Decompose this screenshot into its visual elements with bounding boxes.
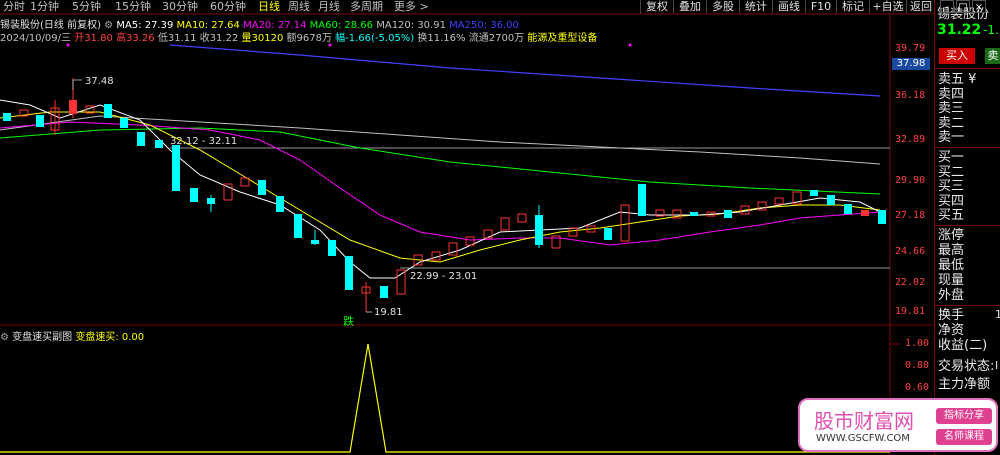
outer-volume-label: 外盘	[938, 288, 965, 303]
trade-status-value: I	[995, 359, 999, 372]
sub-chart-header: ⚙ 变盘速买副图 变盘速买: 0.00	[0, 328, 144, 343]
ma20-line	[0, 121, 881, 246]
bid2-label: 买二	[938, 165, 965, 180]
net-asset-label: 净资	[938, 323, 965, 338]
stock-change: -1.	[983, 23, 999, 37]
ma5-line	[0, 99, 881, 279]
high-label: 最高	[938, 243, 965, 258]
price-axis-label: 24.66	[895, 246, 926, 257]
ma250-line	[169, 44, 881, 97]
signal-marker: 跌	[343, 315, 354, 328]
low-label: 最低	[938, 258, 965, 273]
turnover-value: 1	[995, 308, 1000, 321]
limit-up-label: 涨停	[938, 228, 965, 243]
price-axis-label: 32.89	[895, 134, 926, 145]
kline-chart[interactable]	[0, 0, 934, 455]
range-annotation-1: 32.12 - 32.11	[170, 136, 238, 147]
bid1-label: 买一	[938, 150, 965, 165]
price-axis-label: 29.90	[895, 175, 926, 186]
sub-axis-label: 0.80	[905, 360, 930, 371]
ma120-line	[0, 115, 881, 165]
price-axis-label: 19.81	[895, 306, 926, 317]
range-annotation-2: 22.99 - 23.01	[410, 271, 478, 282]
close-button[interactable]: ×	[972, 0, 986, 13]
biansu-indicator-line	[0, 343, 890, 453]
ask4-label: 卖四	[938, 87, 965, 102]
quote-panel: 锡装股份 31.22 -1. 买入 卖 卖五 ¥ 卖四 卖三 卖二 卖一 买一 …	[934, 0, 1000, 455]
minimize-button[interactable]: -	[940, 0, 954, 13]
watermark-url: WWW.GSCFW.COM	[816, 433, 910, 444]
sub-axis-label: 0.60	[905, 382, 930, 393]
buy-button[interactable]: 买入	[939, 48, 975, 64]
watermark-badge: 股市财富网 WWW.GSCFW.COM 指标分享 名师课程	[798, 398, 998, 452]
price-axis-label: 22.02	[895, 277, 926, 288]
current-price-tag: 37.98	[892, 58, 930, 70]
main-flow-label: 主力净额	[938, 377, 991, 392]
turnover-label: 换手	[938, 308, 965, 323]
ask2-label: 卖二	[938, 116, 965, 131]
ask5-label: 卖五 ¥	[938, 72, 977, 87]
stock-price: 31.22	[937, 22, 982, 38]
bid5-label: 买五	[938, 208, 965, 223]
ask1-label: 卖一	[938, 130, 965, 145]
sub-chart-title: 变盘速买副图	[12, 332, 73, 343]
sell-button[interactable]: 卖	[985, 48, 1000, 64]
ask3-label: 卖三	[938, 101, 965, 116]
watermark-tag-indicator: 指标分享	[936, 408, 992, 424]
price-axis-label: 27.18	[895, 210, 926, 221]
trade-status-label: 交易状态:	[938, 359, 995, 374]
sub-axis-label: 1.00	[905, 338, 930, 349]
maximize-button[interactable]: □	[956, 0, 970, 13]
low-annotation: 19.81	[374, 307, 403, 318]
ma10-line	[0, 111, 881, 263]
high-annotation: 37.48	[85, 76, 114, 87]
bid3-label: 买三	[938, 179, 965, 194]
price-axis-label: 39.79	[895, 43, 926, 54]
price-axis-label: 36.18	[895, 90, 926, 101]
watermark-tag-course: 名师课程	[936, 429, 992, 445]
earnings-label: 收益(二)	[938, 338, 988, 353]
bid4-label: 买四	[938, 194, 965, 209]
settings-icon[interactable]: ⚙	[0, 332, 9, 343]
watermark-site: 股市财富网	[814, 409, 914, 433]
current-volume-label: 现量	[938, 273, 965, 288]
sub-chart-value: 变盘速买: 0.00	[75, 332, 145, 343]
